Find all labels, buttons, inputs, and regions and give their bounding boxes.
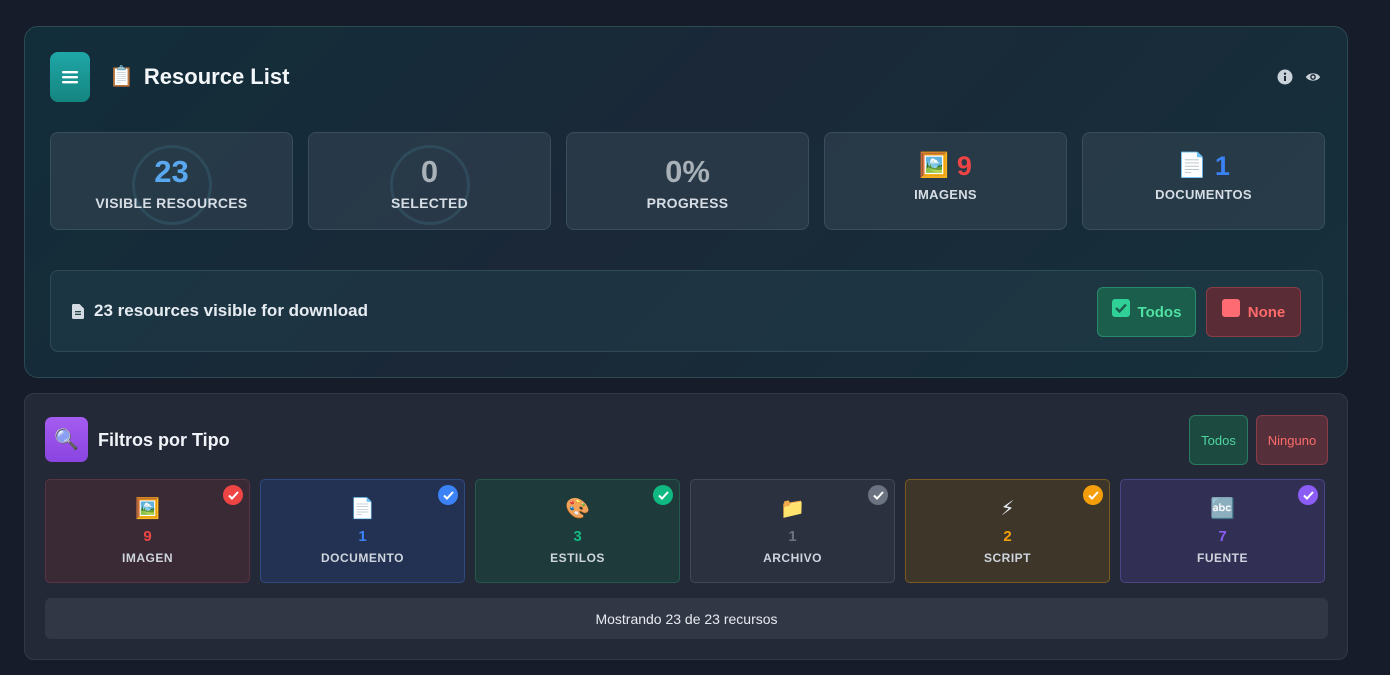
filters-title: Filtros por Tipo (98, 430, 230, 450)
stat-value: 0% (665, 154, 710, 189)
filter-label: ARCHIVO (763, 551, 822, 565)
filter-label: FUENTE (1197, 551, 1248, 565)
filter-count: 2 (1003, 528, 1012, 545)
download-summary-text: 23 resources visible for download (94, 301, 368, 320)
check-icon (438, 485, 458, 505)
palette-icon: 🎨 (565, 498, 590, 520)
select-all-label: Todos (1137, 303, 1182, 321)
font-icon: 🔤 (1210, 498, 1235, 520)
header-actions (1277, 69, 1321, 85)
results-count: Mostrando 23 de 23 recursos (45, 598, 1328, 639)
info-icon[interactable] (1277, 69, 1293, 85)
filter-card-fuente[interactable]: 🔤 7 FUENTE (1120, 479, 1325, 583)
clipboard-icon: 📋 (109, 66, 134, 88)
stat-label: IMAGENS (914, 187, 977, 202)
stat-label: SELECTED (390, 195, 469, 211)
stat-visible-resources: 23 VISIBLE RESOURCES (50, 132, 293, 230)
stat-value-row: 📄 1 (1177, 151, 1230, 181)
filter-card-script[interactable]: ⚡ 2 SCRIPT (905, 479, 1110, 583)
stats-row: 23 VISIBLE RESOURCES 0 SELECTED 0% PROGR… (50, 132, 1325, 230)
stat-value: 9 (956, 151, 972, 181)
stat-value-row: 🖼️ 9 (919, 151, 972, 181)
filter-count: 3 (573, 528, 582, 545)
filter-card-documento[interactable]: 📄 1 DOCUMENTO (260, 479, 465, 583)
check-icon (1298, 485, 1318, 505)
select-none-button[interactable]: None (1206, 287, 1301, 337)
check-icon (868, 485, 888, 505)
filter-count: 1 (788, 528, 797, 545)
stat-imagens: 🖼️ 9 IMAGENS (824, 132, 1067, 230)
check-icon (223, 485, 243, 505)
stat-label: PROGRESS (646, 195, 729, 211)
stat-label: VISIBLE RESOURCES (95, 195, 248, 211)
checkbox-checked-icon (1111, 299, 1130, 317)
filter-label: DOCUMENTO (321, 551, 404, 565)
download-bar: 23 resources visible for download Todos … (50, 270, 1323, 352)
stat-value: 0 (420, 154, 439, 189)
image-icon: 🖼️ (135, 498, 160, 520)
filter-label: IMAGEN (122, 551, 173, 565)
type-filter-list: 🖼️ 9 IMAGEN 📄 1 DOCUMENTO 🎨 3 ESTILOS 📁 … (45, 479, 1325, 583)
filter-label: SCRIPT (983, 551, 1031, 565)
check-icon (653, 485, 673, 505)
stat-progress: 0% PROGRESS (566, 132, 809, 230)
page-title: Resource List (143, 64, 290, 89)
search-icon: 🔍 (45, 417, 88, 462)
stat-label: DOCUMENTOS (1155, 187, 1252, 202)
menu-button[interactable] (50, 52, 90, 102)
filter-count: 7 (1218, 528, 1227, 545)
menu-icon (62, 71, 78, 84)
filter-count: 1 (358, 528, 367, 545)
download-summary: 23 resources visible for download (72, 301, 368, 321)
folder-icon: 📁 (780, 498, 805, 520)
filter-none-button[interactable]: Ninguno (1256, 415, 1328, 465)
stat-value: 1 (1214, 151, 1230, 181)
lightning-icon: ⚡ (1000, 498, 1015, 520)
filter-card-imagen[interactable]: 🖼️ 9 IMAGEN (45, 479, 250, 583)
select-none-label: None (1247, 303, 1286, 321)
eye-icon[interactable] (1305, 69, 1321, 85)
page-title-row: 📋 Resource List (109, 64, 289, 90)
stat-selected: 0 SELECTED (308, 132, 551, 230)
document-icon: 📄 (350, 498, 375, 520)
type-filters-panel: 🔍 Filtros por Tipo Todos Ninguno 🖼️ 9 IM… (24, 393, 1348, 660)
filter-count: 9 (143, 528, 152, 545)
image-icon: 🖼️ (919, 152, 949, 179)
document-icon: 📄 (1177, 152, 1207, 179)
filter-card-estilos[interactable]: 🎨 3 ESTILOS (475, 479, 680, 583)
file-icon (72, 303, 84, 319)
select-all-button[interactable]: Todos (1097, 287, 1196, 337)
filter-card-archivo[interactable]: 📁 1 ARCHIVO (690, 479, 895, 583)
stat-value: 23 (154, 154, 189, 189)
resource-list-panel: 📋 Resource List 23 VISIBLE RESOURCES 0 S… (24, 26, 1348, 378)
filter-all-button[interactable]: Todos (1189, 415, 1248, 465)
stat-documentos: 📄 1 DOCUMENTOS (1082, 132, 1325, 230)
filter-label: ESTILOS (550, 551, 605, 565)
checkbox-empty-icon (1221, 299, 1240, 317)
check-icon (1083, 485, 1103, 505)
